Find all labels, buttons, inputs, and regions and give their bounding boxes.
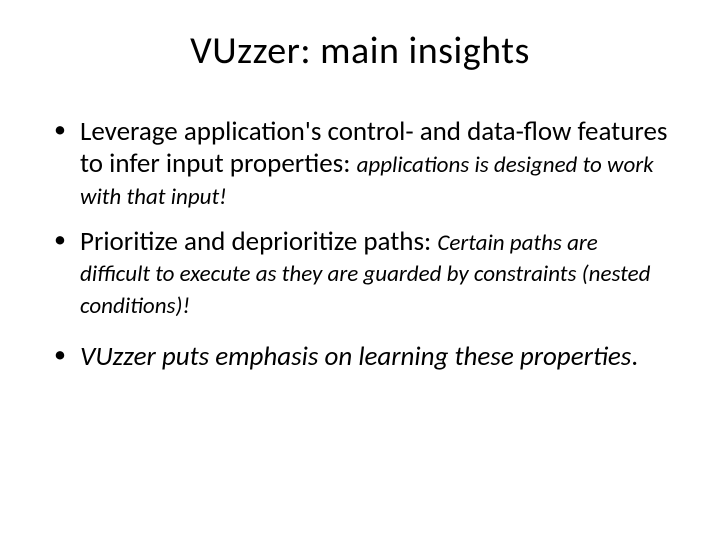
bullet-3-period: . (631, 340, 638, 373)
bullet-item-2: Prioritize and deprioritize paths: Certa… (48, 226, 672, 322)
bullet-list: Leverage application's control- and data… (48, 116, 672, 373)
slide-title: VUzzer: main insights (48, 28, 672, 74)
bullet-3-text: VUzzer puts emphasis on learning these p… (80, 340, 631, 373)
bullet-item-1: Leverage application's control- and data… (48, 116, 672, 212)
bullet-item-3: VUzzer puts emphasis on learning these p… (48, 341, 672, 373)
bullet-2-main: Prioritize and deprioritize paths: (80, 225, 437, 258)
